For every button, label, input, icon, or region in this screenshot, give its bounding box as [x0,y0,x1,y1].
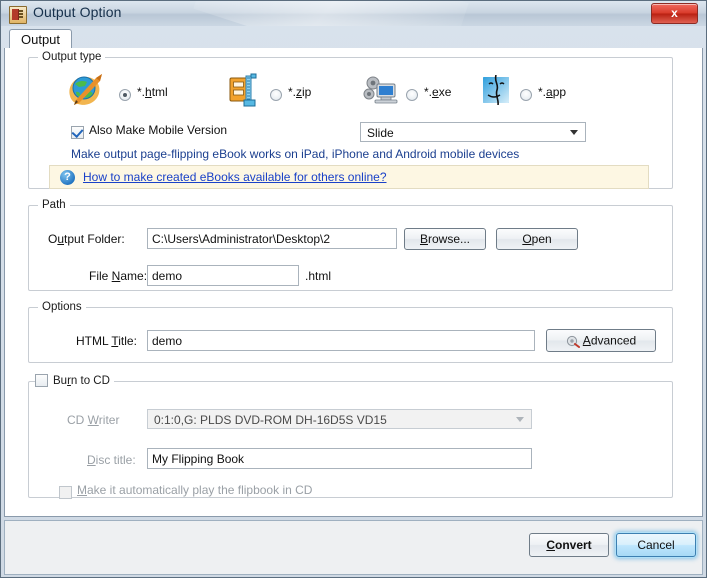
chevron-down-icon [516,417,524,422]
zip-archive-icon [226,72,260,108]
app-book-icon [9,6,27,24]
html-title-input[interactable] [147,330,535,351]
settings-gear-icon [566,335,580,348]
gear-computer-exe-icon [362,72,400,108]
output-type-legend: Output type [38,51,106,63]
output-folder-label: Output Folder: [48,232,125,246]
output-folder-input[interactable] [147,228,397,249]
open-button[interactable]: Open [496,228,578,250]
output-option-dialog: Output Option x Output Output type *.htm… [0,0,707,578]
radio-exe-label: *.exe [424,85,452,99]
radio-zip-label: *.zip [288,85,312,99]
convert-button[interactable]: Convert [529,533,609,557]
autoplay-flipbook-label: Make it automatically play the flipbook … [77,483,313,497]
cancel-button[interactable]: Cancel [616,533,696,557]
mobile-hint-text: Make output page-flipping eBook works on… [71,147,520,161]
info-bar: ? How to make created eBooks available f… [49,165,649,189]
radio-exe[interactable] [406,89,418,101]
burn-to-cd-legend[interactable]: Burn to CD [35,374,114,387]
radio-html-label: *.html [137,85,168,99]
cd-writer-label: CD Writer [67,413,120,427]
radio-html[interactable] [119,89,131,101]
options-group: Options HTML Title: Advanced [28,301,673,363]
html-title-label: HTML Title: [76,334,137,348]
radio-app[interactable] [520,89,532,101]
close-button[interactable]: x [651,3,698,24]
dialog-footer: Convert Cancel [4,520,703,575]
also-make-mobile-version-label: Also Make Mobile Version [89,123,228,137]
mobile-template-combo[interactable]: Slide [360,122,586,142]
tab-strip-filler [4,29,703,50]
chevron-down-icon [570,130,578,135]
mac-finder-app-icon [481,75,513,105]
tab-strip: Output [4,27,703,50]
globe-html-icon [65,72,103,108]
path-legend: Path [38,199,70,211]
file-name-label: File Name: [89,269,148,283]
disc-title-input[interactable] [147,448,532,469]
tab-output[interactable]: Output [9,29,73,49]
file-extension-label: .html [305,269,332,283]
cd-writer-combo[interactable]: 0:1:0,G: PLDS DVD-ROM DH-16D5S VD15 [147,409,532,429]
options-legend: Options [38,301,86,313]
question-mark-icon: ? [60,169,75,185]
ebooks-online-help-link[interactable]: How to make created eBooks available for… [83,170,387,184]
autoplay-flipbook-checkbox[interactable] [59,486,72,499]
tab-panel-output: Output type *.html *.zip *.exe *.app Als… [4,48,703,517]
path-group: Path Output Folder: Browse... Open File … [28,199,673,291]
radio-app-label: *.app [538,85,567,99]
burn-to-cd-checkbox[interactable] [35,374,48,387]
output-type-group: Output type *.html *.zip *.exe *.app Als… [28,51,673,189]
burn-to-cd-group: Burn to CD CD Writer 0:1:0,G: PLDS DVD-R… [28,374,673,499]
window-title: Output Option [33,4,122,20]
mobile-template-value: Slide [367,126,394,140]
cd-writer-value: 0:1:0,G: PLDS DVD-ROM DH-16D5S VD15 [154,413,387,427]
title-bar: Output Option x [1,1,706,26]
burn-to-cd-label: Burn to CD [53,374,110,387]
radio-zip[interactable] [270,89,282,101]
disc-title-label: Disc title: [87,453,136,467]
also-make-mobile-version-checkbox[interactable] [71,126,84,139]
file-name-input[interactable] [147,265,299,286]
advanced-button[interactable]: Advanced [546,329,656,352]
browse-button[interactable]: Browse... [404,228,486,250]
